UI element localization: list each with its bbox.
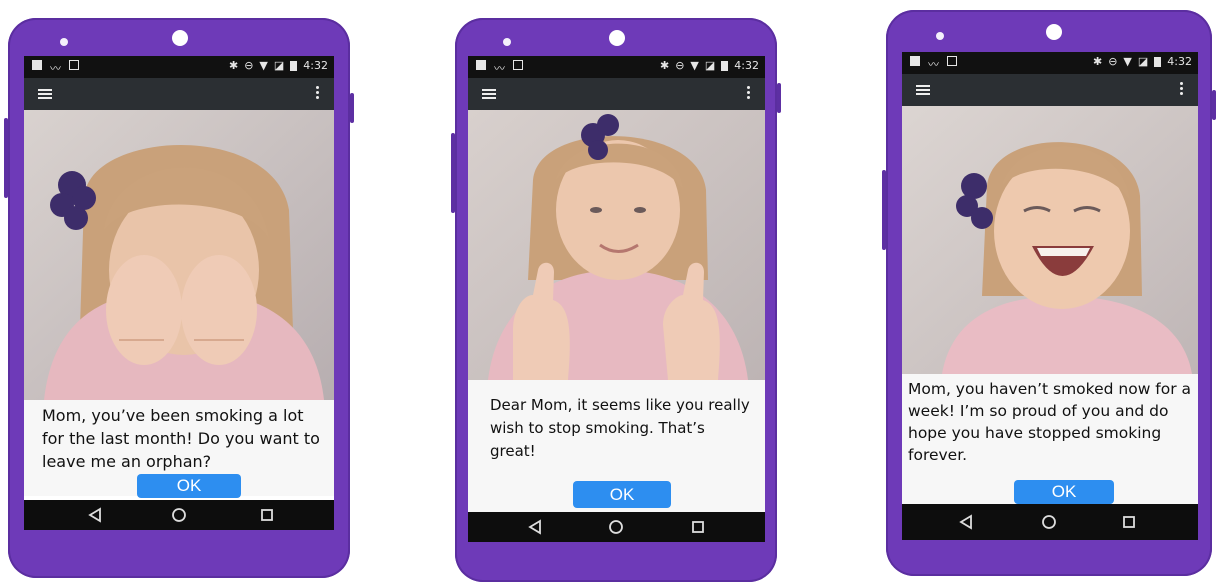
- power-button: [350, 93, 354, 123]
- more-vert-icon[interactable]: [316, 86, 320, 102]
- power-button: [1212, 90, 1216, 120]
- notification-icon: [476, 60, 486, 70]
- message-text: Dear Mom, it seems like you really wish …: [490, 396, 750, 460]
- more-vert-icon[interactable]: [1180, 82, 1184, 98]
- message-text: Mom, you haven’t smoked now for a week! …: [908, 380, 1192, 464]
- nav-bar: [24, 500, 334, 530]
- photo-girl-laughing: [902, 106, 1198, 374]
- volume-button: [451, 133, 455, 213]
- nav-bar: [902, 504, 1198, 540]
- home-circle-icon[interactable]: [608, 519, 624, 535]
- bluetooth-icon: ✱: [228, 59, 239, 72]
- bluetooth-icon: ✱: [659, 59, 670, 72]
- missed-call-icon: 〰: [50, 62, 61, 75]
- back-triangle-icon[interactable]: [528, 519, 542, 535]
- recents-square-icon[interactable]: [691, 520, 705, 534]
- nav-bar: [468, 512, 765, 542]
- volume-button: [882, 170, 886, 250]
- image-icon: [69, 60, 79, 70]
- wifi-icon: ▼: [259, 59, 268, 72]
- wifi-icon: ▼: [690, 59, 699, 72]
- hamburger-icon[interactable]: [916, 85, 930, 95]
- recents-square-icon[interactable]: [1122, 515, 1136, 529]
- notification-icon: [32, 60, 42, 70]
- speaker-icon: [936, 32, 944, 40]
- screen-1: 〰 ✱ ⊖ ▼ ◪ 4:32 Mom, you’ve been smoking …: [24, 56, 334, 530]
- hamburger-icon[interactable]: [38, 89, 52, 99]
- message-text: Mom, you’ve been smoking a lot for the l…: [42, 406, 320, 471]
- status-time: 4:32: [303, 59, 328, 72]
- signal-icon: ◪: [1137, 55, 1149, 68]
- camera-icon: [172, 30, 188, 46]
- missed-call-icon: 〰: [494, 62, 505, 75]
- battery-icon: [1154, 56, 1162, 67]
- battery-icon: [290, 60, 298, 71]
- phone-3: 〰 ✱ ⊖ ▼ ◪ 4:32 Mom, you haven’t smoked n…: [882, 10, 1216, 576]
- camera-icon: [609, 30, 625, 46]
- power-button: [777, 83, 781, 113]
- image-icon: [947, 56, 957, 66]
- speaker-icon: [503, 38, 511, 46]
- status-time: 4:32: [734, 59, 759, 72]
- do-not-disturb-icon: ⊖: [675, 59, 685, 72]
- status-time: 4:32: [1167, 55, 1192, 68]
- back-triangle-icon[interactable]: [88, 507, 102, 523]
- speaker-icon: [60, 38, 68, 46]
- back-triangle-icon[interactable]: [959, 514, 973, 530]
- signal-icon: ◪: [704, 59, 716, 72]
- phone-2: 〰 ✱ ⊖ ▼ ◪ 4:32 Dear Mom, it seems like y…: [451, 18, 781, 582]
- ok-button[interactable]: OK: [137, 474, 241, 498]
- do-not-disturb-icon: ⊖: [1108, 55, 1118, 68]
- do-not-disturb-icon: ⊖: [244, 59, 254, 72]
- status-bar: 〰 ✱ ⊖ ▼ ◪ 4:32: [24, 56, 334, 78]
- ok-button[interactable]: OK: [1014, 480, 1114, 504]
- phone-1: 〰 ✱ ⊖ ▼ ◪ 4:32 Mom, you’ve been smoking …: [4, 18, 354, 578]
- app-bar: [24, 78, 334, 110]
- photo-girl-covering-face: [24, 110, 334, 400]
- home-circle-icon[interactable]: [1041, 514, 1057, 530]
- hamburger-icon[interactable]: [482, 89, 496, 99]
- ok-button[interactable]: OK: [573, 481, 671, 508]
- recents-square-icon[interactable]: [260, 508, 274, 522]
- home-circle-icon[interactable]: [171, 507, 187, 523]
- screen-2: 〰 ✱ ⊖ ▼ ◪ 4:32 Dear Mom, it seems like y…: [468, 56, 765, 542]
- battery-icon: [721, 60, 729, 71]
- bluetooth-icon: ✱: [1092, 55, 1103, 68]
- app-bar: [902, 74, 1198, 106]
- status-bar: 〰 ✱ ⊖ ▼ ◪ 4:32: [468, 56, 765, 78]
- more-vert-icon[interactable]: [747, 86, 751, 102]
- wifi-icon: ▼: [1123, 55, 1132, 68]
- status-bar: 〰 ✱ ⊖ ▼ ◪ 4:32: [902, 52, 1198, 74]
- missed-call-icon: 〰: [928, 58, 939, 71]
- camera-icon: [1046, 24, 1062, 40]
- volume-button: [4, 118, 8, 198]
- notification-icon: [910, 56, 920, 66]
- signal-icon: ◪: [273, 59, 285, 72]
- image-icon: [513, 60, 523, 70]
- screen-3: 〰 ✱ ⊖ ▼ ◪ 4:32 Mom, you haven’t smoked n…: [902, 52, 1198, 540]
- photo-girl-thumbs-up: [468, 110, 765, 380]
- app-bar: [468, 78, 765, 110]
